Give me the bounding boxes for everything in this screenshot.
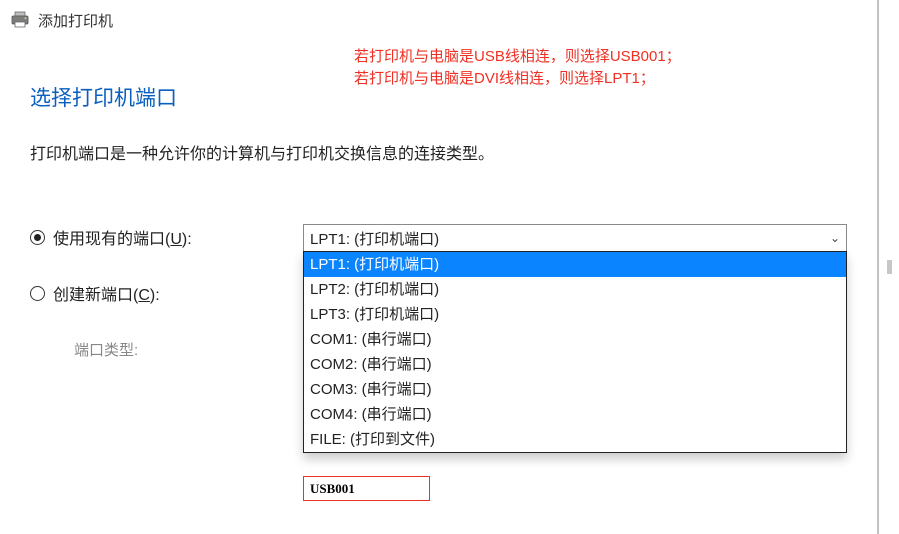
annotation-line-1: 若打印机与电脑是USB线相连，则选择USB001； (354, 46, 681, 68)
port-select-value: LPT1: (打印机端口) (310, 228, 439, 249)
port-option[interactable]: FILE: (打印到文件) (304, 427, 846, 452)
usb001-callout: USB001 (303, 476, 430, 501)
radio-create-new-port[interactable]: 创建新端口(C): (30, 280, 303, 306)
port-type-label: 端口类型: (74, 336, 303, 362)
port-option[interactable]: COM1: (串行端口) (304, 327, 846, 352)
annotation-callout: 若打印机与电脑是USB线相连，则选择USB001； 若打印机与电脑是DVI线相连… (354, 46, 681, 90)
select-column: LPT1: (打印机端口) ⌄ LPT1: (打印机端口) LPT2: (打印机… (303, 224, 847, 252)
radio-indicator-unchecked (30, 286, 45, 301)
port-option[interactable]: COM4: (串行端口) (304, 402, 846, 427)
chevron-down-icon: ⌄ (830, 231, 840, 245)
printer-icon (10, 11, 30, 29)
port-select-dropdown: LPT1: (打印机端口) LPT2: (打印机端口) LPT3: (打印机端口… (303, 251, 847, 453)
window-title: 添加打印机 (38, 10, 113, 31)
right-edge (878, 0, 879, 534)
radio-label-use-existing: 使用现有的端口(U): (53, 225, 192, 249)
add-printer-wizard-window: 添加打印机 若打印机与电脑是USB线相连，则选择USB001； 若打印机与电脑是… (0, 0, 878, 534)
scroll-artifact-icon (887, 260, 892, 274)
radio-use-existing-port[interactable]: 使用现有的端口(U): (30, 224, 303, 250)
port-select[interactable]: LPT1: (打印机端口) ⌄ (303, 224, 847, 252)
page-description: 打印机端口是一种允许你的计算机与打印机交换信息的连接类型。 (30, 140, 847, 164)
options-row: 使用现有的端口(U): 创建新端口(C): 端口类型: LPT1: (打印机端口… (30, 224, 847, 392)
port-option[interactable]: COM3: (串行端口) (304, 377, 846, 402)
radio-indicator-checked (30, 230, 45, 245)
port-option[interactable]: LPT2: (打印机端口) (304, 277, 846, 302)
port-option[interactable]: LPT1: (打印机端口) (304, 252, 846, 277)
radio-column: 使用现有的端口(U): 创建新端口(C): 端口类型: (30, 224, 303, 392)
port-option[interactable]: LPT3: (打印机端口) (304, 302, 846, 327)
titlebar: 添加打印机 (0, 0, 877, 32)
annotation-line-2: 若打印机与电脑是DVI线相连，则选择LPT1； (354, 68, 681, 90)
radio-label-create-new: 创建新端口(C): (53, 281, 160, 305)
port-option[interactable]: COM2: (串行端口) (304, 352, 846, 377)
